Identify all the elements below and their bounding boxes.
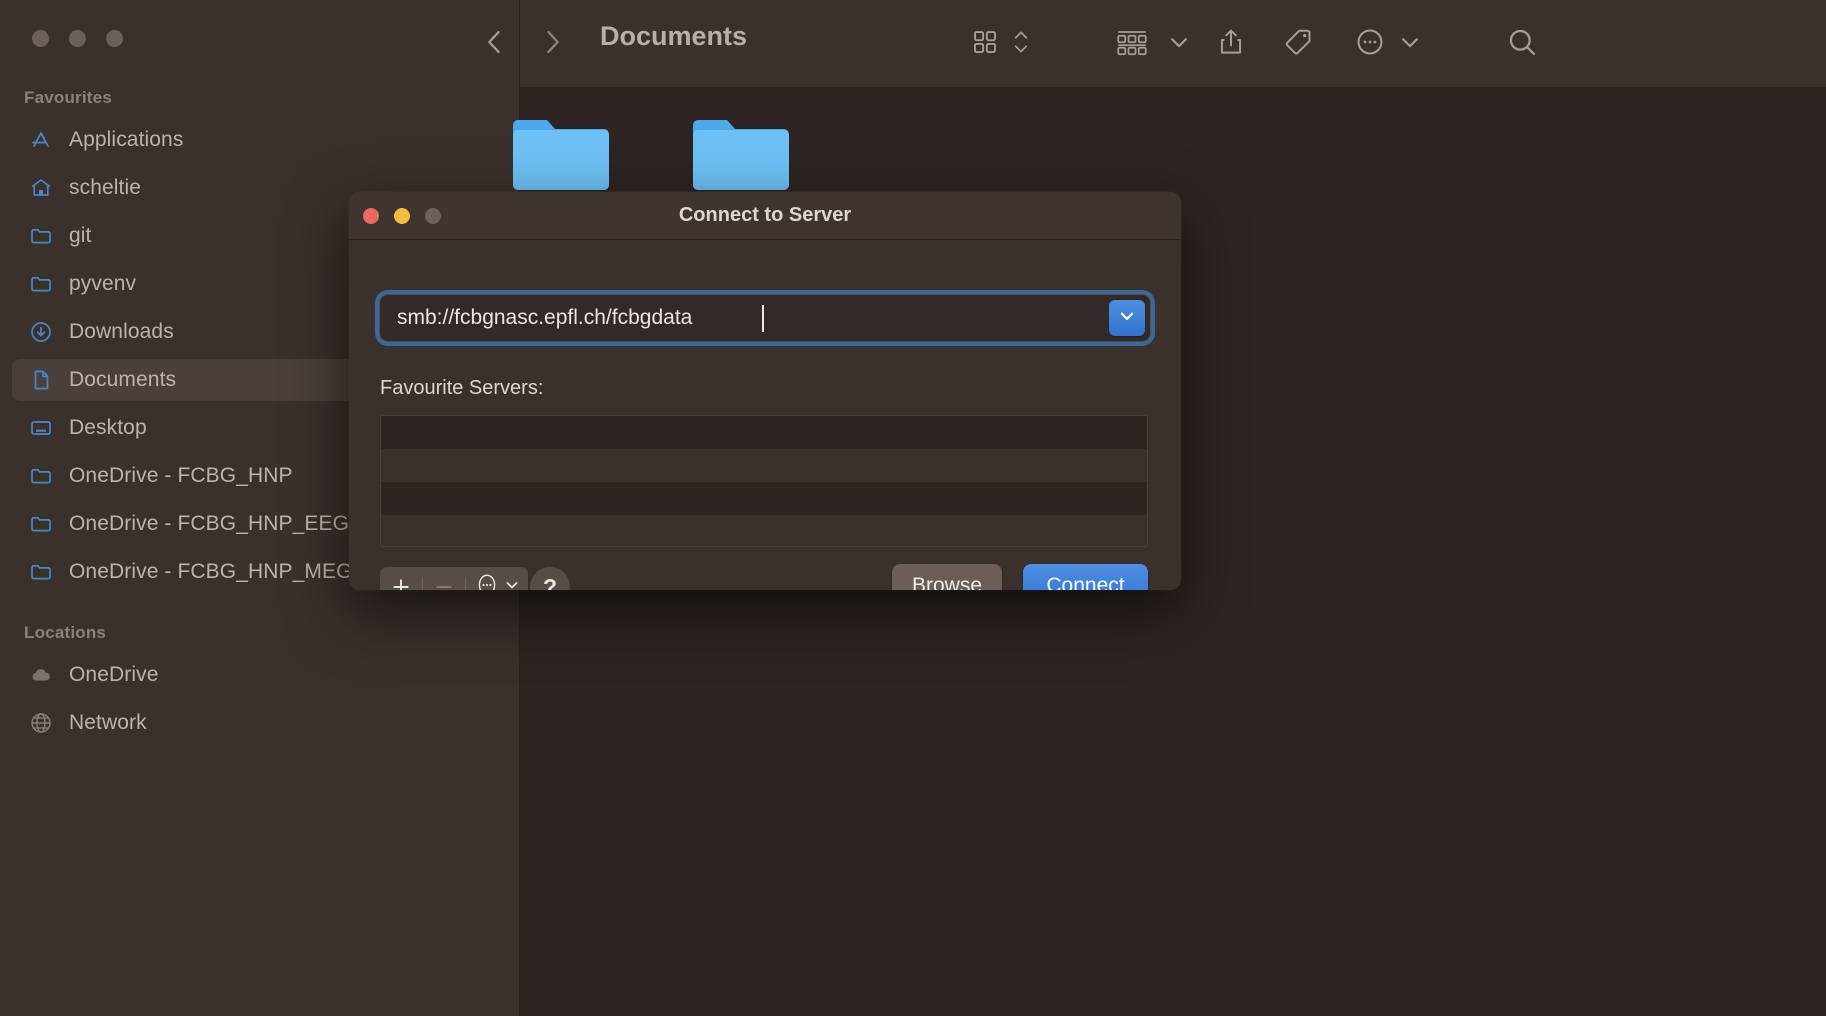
tag-icon [1282,26,1314,63]
sidebar-item-label: git [69,224,92,247]
sidebar-item-onedrive[interactable]: OneDrive [12,654,492,696]
folder-icon [28,463,54,489]
folder-icon [28,511,54,537]
chevron-down-icon [504,577,520,591]
forward-button[interactable] [535,20,569,68]
ellipsis-circle-icon [475,572,499,590]
connect-button[interactable]: Connect [1023,564,1148,590]
chevron-up-down-icon [1010,26,1032,63]
chevron-down-icon [1118,307,1136,330]
remove-favourite-button[interactable] [423,567,465,590]
list-item[interactable] [381,449,1147,482]
browse-button[interactable]: Browse [892,564,1002,590]
folder-icon [28,559,54,585]
sidebar-item-label: Desktop [69,416,147,439]
connect-to-server-dialog: Connect to Server smb://fcbgnasc.epfl.ch… [349,192,1181,590]
tag-button[interactable] [1282,20,1314,68]
document-icon [28,367,54,393]
window-traffic-lights [32,30,123,47]
text-caret [762,305,764,332]
folder-icon [28,223,54,249]
list-item[interactable] [381,515,1147,546]
group-by-icon [1115,27,1149,62]
sidebar-section-locations-title: Locations [24,623,107,642]
favourite-servers-list[interactable] [380,415,1148,547]
group-by-button[interactable] [1115,20,1149,68]
window-zoom-button[interactable] [106,30,123,47]
page-title: Documents [600,21,748,51]
cloud-icon [28,662,54,688]
search-button[interactable] [1505,20,1539,68]
dialog-title: Connect to Server [678,204,852,226]
sidebar-section-favourites-title: Favourites [24,88,112,107]
chevron-down-icon [1399,31,1421,58]
folder-item[interactable] [511,113,611,193]
sidebar-item-label: Applications [69,128,184,151]
dialog-zoom-button[interactable] [425,208,441,224]
server-url-dropdown-button[interactable] [1109,300,1145,336]
server-url-field[interactable]: smb://fcbgnasc.epfl.ch/fcbgdata [379,294,1151,342]
folder-item[interactable] [691,113,791,193]
favourite-servers-label: Favourite Servers: [380,377,544,399]
sidebar-item-label: Network [69,711,147,734]
sidebar-item-label: scheltie [69,176,142,199]
favourites-more-button[interactable] [466,567,528,590]
sidebar-item-label: OneDrive [69,663,159,686]
dialog-titlebar: Connect to Server [349,192,1181,240]
help-button[interactable]: ? [530,567,570,590]
back-button[interactable] [478,20,512,68]
grid-view-icon [970,27,1000,62]
chevron-left-icon [478,25,512,64]
share-icon [1215,26,1247,63]
downloads-icon [28,319,54,345]
search-icon [1505,25,1539,64]
sidebar-item-label: OneDrive - FCBG_HNP_MEG [69,560,353,583]
view-mode-button[interactable] [970,20,1000,68]
sidebar-item-label: Downloads [69,320,174,343]
dialog-close-button[interactable] [363,208,379,224]
list-item[interactable] [381,416,1147,449]
share-button[interactable] [1215,20,1247,68]
folder-icon [28,271,54,297]
chevron-down-icon [1168,31,1190,58]
desktop-icon [28,415,54,441]
favourites-segmented-control [380,567,528,590]
sidebar-item-applications[interactable]: Applications [12,119,492,161]
server-url-value: smb://fcbgnasc.epfl.ch/fcbgdata [397,306,693,329]
window-minimize-button[interactable] [69,30,86,47]
sidebar-item-label: Documents [69,368,177,391]
more-options-button[interactable] [1354,20,1386,68]
view-stepper-button[interactable] [1010,20,1032,68]
globe-icon [28,710,54,736]
finder-toolbar: Documents [488,0,1826,88]
add-favourite-button[interactable] [380,567,422,590]
home-icon [28,175,54,201]
sidebar-item-network[interactable]: Network [12,702,492,744]
dialog-minimize-button[interactable] [394,208,410,224]
ellipsis-circle-icon [1354,26,1386,63]
window-close-button[interactable] [32,30,49,47]
dialog-body: smb://fcbgnasc.epfl.ch/fcbgdata Favourit… [349,240,1181,590]
group-by-chevron-button[interactable] [1168,20,1190,68]
chevron-right-icon [535,25,569,64]
more-options-chevron-button[interactable] [1399,20,1421,68]
sidebar-item-label: pyvenv [69,272,137,295]
list-item[interactable] [381,482,1147,515]
sidebar-item-label: OneDrive - FCBG_HNP [69,464,293,487]
applications-icon [28,127,54,153]
screen: Favourites Applications scheltie git pyv… [0,0,1826,1016]
sidebar-item-label: OneDrive - FCBG_HNP_EEG [69,512,350,535]
